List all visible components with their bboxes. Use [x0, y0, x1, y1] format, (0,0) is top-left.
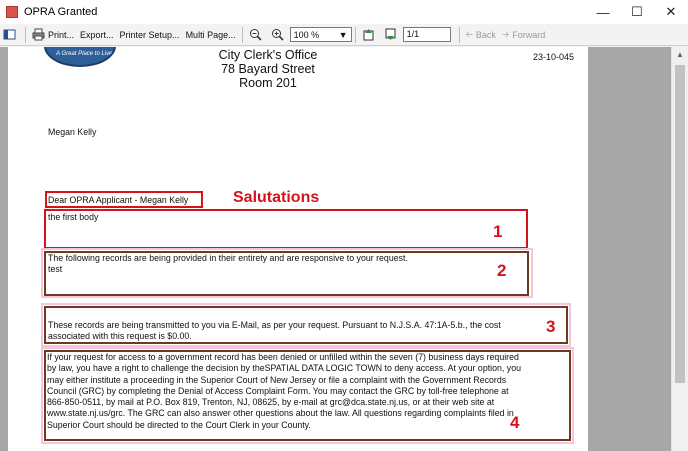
recipient-name: Megan Kelly	[48, 127, 97, 137]
letter-header: City Clerk's Office 78 Bayard Street Roo…	[188, 48, 348, 90]
minimize-icon: —	[596, 4, 610, 20]
transmit-text-line-2: associated with this request is $0.00.	[48, 331, 192, 341]
printer-setup-label: Printer Setup...	[119, 29, 180, 40]
denial-line: www.state.nj.us/grc. The GRC can also an…	[47, 408, 514, 419]
arrow-right-icon: 🡢	[501, 28, 510, 39]
multi-page-label: Multi Page...	[185, 29, 236, 40]
header-line-room: Room 201	[239, 76, 297, 90]
records-extra-text: test	[48, 264, 63, 274]
denial-line: 866-850-0511, by mail at P.O. Box 819, T…	[47, 397, 495, 408]
toolbar-separator	[241, 26, 243, 43]
title-bar: OPRA Granted — ☐ ✕	[0, 0, 688, 24]
first-body-highlight-box	[44, 209, 528, 249]
annotation-number-4: 4	[510, 413, 520, 432]
back-label: Back	[475, 29, 496, 40]
forward-label: Forward	[512, 29, 546, 40]
window-controls: — ☐ ✕	[586, 0, 688, 24]
salutations-annotation-label: Salutations	[233, 189, 320, 206]
zoom-select[interactable]: 100 % ▼	[289, 27, 352, 42]
window-title: OPRA Granted	[24, 6, 98, 18]
page-up-icon	[363, 29, 374, 41]
scroll-up-arrow-icon[interactable]: ▲	[672, 47, 688, 63]
records-provided-text: The following records are being provided…	[48, 253, 408, 263]
minimize-button[interactable]: —	[586, 0, 620, 24]
first-body-text: the first body	[48, 212, 99, 222]
app-icon	[6, 6, 18, 18]
previous-page-button[interactable]	[359, 25, 381, 45]
denial-line: Superior Court should be directed to the…	[47, 419, 311, 430]
denial-line: may either institute a proceeding in the…	[47, 374, 507, 385]
toolbar-separator	[354, 26, 356, 43]
multi-page-button[interactable]: Multi Page...	[183, 25, 239, 45]
transmit-text-line-1: These records are being transmitted to y…	[48, 320, 501, 330]
document-number: 23-10-045	[533, 52, 575, 62]
denial-paragraph: If your request for access to a governme…	[47, 352, 569, 431]
vertical-scrollbar[interactable]: ▲	[671, 47, 688, 451]
zoom-in-button[interactable]	[268, 25, 290, 45]
export-label: Export...	[80, 29, 114, 40]
city-seal-logo: A Great Place to Live	[44, 47, 116, 67]
export-button[interactable]: Export...	[77, 25, 117, 45]
toolbar: Print... Export... Printer Setup... Mult…	[0, 24, 688, 46]
printer-setup-button[interactable]: Printer Setup...	[117, 25, 183, 45]
document-page: A Great Place to Live City Clerk's Offic…	[8, 47, 588, 451]
page-down-icon	[385, 28, 396, 40]
salutation-text: Dear OPRA Applicant - Megan Kelly	[48, 195, 189, 205]
print-label: Print...	[48, 29, 75, 40]
close-button[interactable]: ✕	[654, 0, 688, 24]
annotation-number-3: 3	[546, 317, 556, 336]
denial-line: by law, you have a right to challenge th…	[47, 363, 521, 374]
maximize-icon: ☐	[631, 4, 643, 19]
document-viewport[interactable]: A Great Place to Live City Clerk's Offic…	[0, 47, 671, 451]
toolbar-separator	[25, 26, 26, 43]
header-line-street: 78 Bayard Street	[221, 62, 315, 76]
arrow-left-icon: 🡠	[465, 28, 473, 39]
header-line-office: City Clerk's Office	[218, 48, 318, 62]
denial-line: Council (GRC) by completing the Denial o…	[47, 385, 509, 396]
denial-line: If your request for access to a governme…	[47, 352, 519, 362]
toolbar-separator	[458, 26, 460, 43]
annotation-number-2: 2	[497, 261, 507, 280]
zoom-out-button[interactable]	[246, 25, 268, 45]
zoom-out-icon	[249, 29, 262, 41]
zoom-in-icon	[271, 29, 284, 41]
annotation-number-1: 1	[493, 222, 503, 241]
close-icon: ✕	[665, 4, 677, 19]
maximize-button[interactable]: ☐	[620, 0, 654, 24]
chevron-down-icon: ▼	[338, 29, 348, 40]
print-button[interactable]: Print...	[29, 25, 77, 45]
printer-icon	[32, 28, 45, 41]
back-button[interactable]: 🡠 Back	[463, 25, 499, 45]
next-page-button[interactable]	[381, 25, 403, 45]
page-number-input[interactable]: 1/1	[402, 27, 451, 42]
sidebar-toggle-button[interactable]	[0, 25, 22, 45]
scroll-thumb[interactable]	[675, 65, 685, 383]
zoom-value: 100 %	[293, 29, 320, 40]
logo-text: A Great Place to Live	[56, 51, 113, 57]
app-window: OPRA Granted — ☐ ✕ Print... Export... Pr…	[0, 0, 688, 451]
forward-button[interactable]: 🡢 Forward	[499, 25, 548, 45]
panel-icon	[3, 29, 16, 40]
